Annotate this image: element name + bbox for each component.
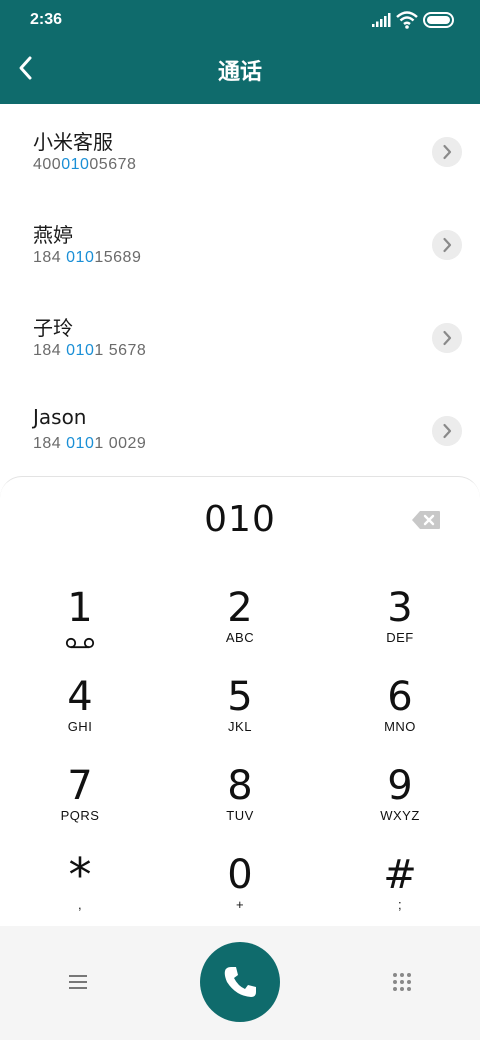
- contact-number: 184 0101 0029: [33, 435, 147, 452]
- menu-icon[interactable]: [68, 974, 88, 990]
- backspace-icon[interactable]: [411, 510, 441, 530]
- app-header: 2:36 通话: [0, 0, 480, 104]
- chevron-right-icon[interactable]: [432, 416, 462, 446]
- contact-name: 燕婷: [33, 223, 73, 247]
- match-highlight: 010: [66, 342, 95, 359]
- call-button[interactable]: [200, 942, 280, 1022]
- chevron-right-icon[interactable]: [432, 323, 462, 353]
- match-highlight: 010: [66, 435, 95, 452]
- dial-pad: 010 1 2 ABC 3 DEF 4 GHI 5 JKL 6 MNO 7 PQ…: [0, 476, 480, 926]
- status-time: 2:36: [30, 11, 63, 28]
- key-9[interactable]: 9 WXYZ: [335, 763, 465, 851]
- contact-row[interactable]: 子玲 184 0101 5678: [0, 290, 480, 383]
- contact-row[interactable]: Jason 184 0101 0029: [0, 383, 480, 476]
- contact-name: Jason: [33, 405, 87, 429]
- voicemail-icon: [65, 637, 95, 649]
- key-4[interactable]: 4 GHI: [15, 674, 145, 762]
- contact-name: 小米客服: [33, 130, 113, 154]
- contact-row[interactable]: 燕婷 184 01015689: [0, 197, 480, 290]
- chevron-right-icon[interactable]: [432, 137, 462, 167]
- contact-name: 子玲: [33, 316, 73, 340]
- key-8[interactable]: 8 TUV: [175, 763, 305, 851]
- key-5[interactable]: 5 JKL: [175, 674, 305, 762]
- key-7[interactable]: 7 PQRS: [15, 763, 145, 851]
- signal-icon: [372, 13, 391, 27]
- bottom-action-bar: [0, 926, 480, 1040]
- key-6[interactable]: 6 MNO: [335, 674, 465, 762]
- battery-icon: [423, 12, 454, 28]
- phone-icon: [224, 967, 256, 997]
- chevron-right-icon[interactable]: [432, 230, 462, 260]
- wifi-icon: [396, 11, 418, 29]
- match-highlight: 010: [61, 156, 90, 173]
- contact-number: 40001005678: [33, 156, 137, 173]
- status-bar: 2:36: [0, 0, 480, 42]
- key-3[interactable]: 3 DEF: [335, 585, 465, 673]
- page-title: 通话: [217, 60, 262, 85]
- contact-row[interactable]: 小米客服 40001005678: [0, 104, 480, 197]
- contact-number: 184 01015689: [33, 249, 142, 266]
- key-1[interactable]: 1: [15, 585, 145, 673]
- match-highlight: 010: [66, 249, 95, 266]
- keypad-icon[interactable]: [392, 972, 412, 992]
- contact-number: 184 0101 5678: [33, 342, 147, 359]
- dialed-number: 010: [204, 499, 276, 540]
- key-2[interactable]: 2 ABC: [175, 585, 305, 673]
